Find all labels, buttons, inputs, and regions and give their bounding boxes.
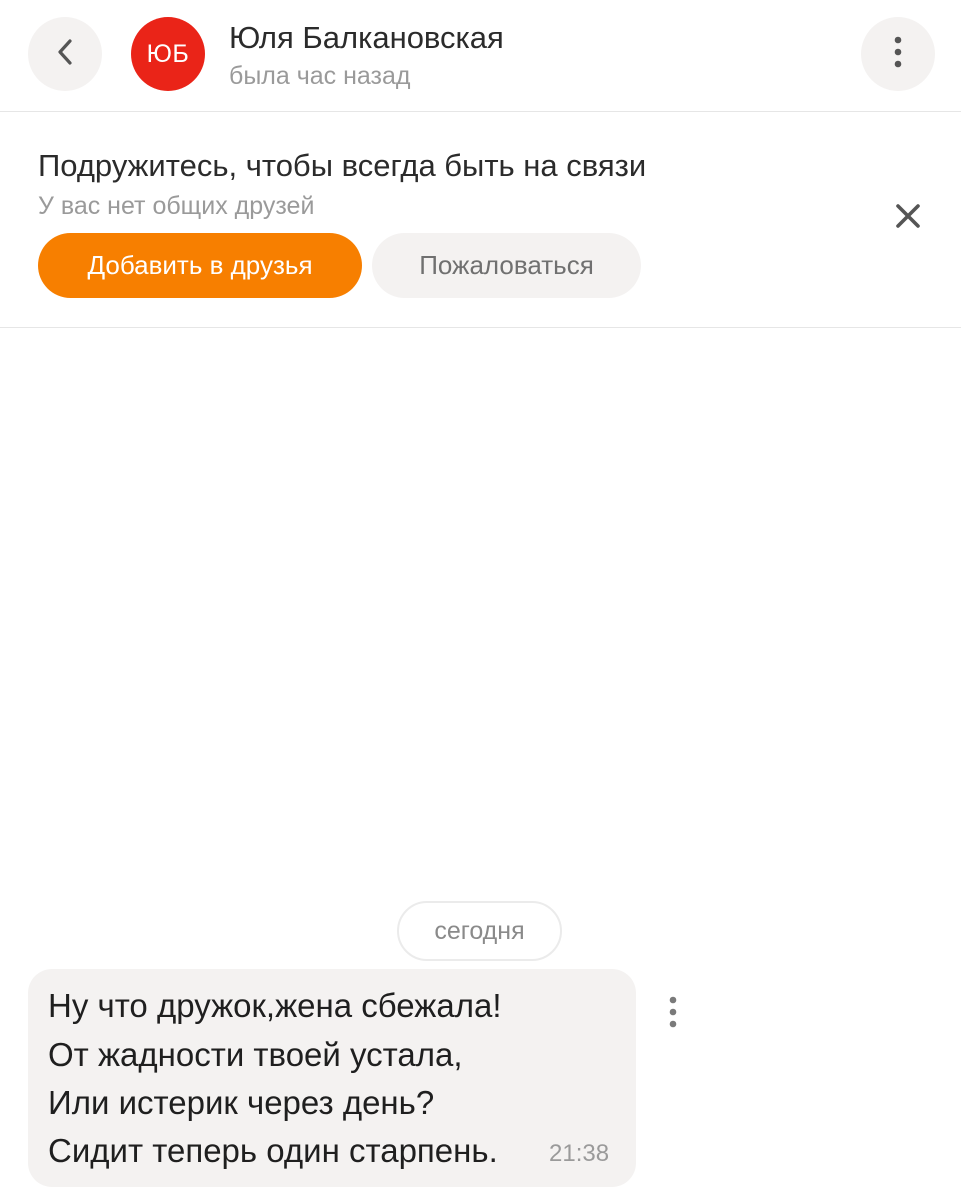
message-text-line: Ну что дружок,жена сбежала! <box>48 987 502 1024</box>
message-bubble[interactable]: Ну что дружок,жена сбежала! От жадности … <box>28 969 636 1187</box>
chevron-left-icon <box>54 36 76 73</box>
close-icon <box>895 203 921 234</box>
chat-screen: ЮБ Юля Балкановская была час назад Подру… <box>0 0 961 1200</box>
message-time: 21:38 <box>549 1140 610 1167</box>
contact-name[interactable]: Юля Балкановская <box>229 20 504 56</box>
more-options-button[interactable] <box>861 17 935 91</box>
message-text-line: Или истерик через день? <box>48 1084 435 1121</box>
close-suggestion-button[interactable] <box>886 196 930 240</box>
contact-status: была час назад <box>229 62 411 90</box>
suggestion-title: Подружитесь, чтобы всегда быть на связи <box>38 148 647 183</box>
message-text-line: От жадности твоей устала, <box>48 1036 463 1073</box>
more-vertical-icon <box>668 995 678 1034</box>
avatar-initials: ЮБ <box>146 39 190 68</box>
add-friend-button[interactable]: Добавить в друзья <box>38 233 362 298</box>
back-button[interactable] <box>28 17 102 91</box>
report-button[interactable]: Пожаловаться <box>372 233 641 298</box>
message-text-line: Сидит теперь один старпень. <box>48 1132 498 1169</box>
more-vertical-icon <box>893 35 903 74</box>
chat-header: ЮБ Юля Балкановская была час назад <box>0 0 961 112</box>
avatar[interactable]: ЮБ <box>131 17 205 91</box>
friend-suggestion-panel: Подружитесь, чтобы всегда быть на связи … <box>0 112 961 328</box>
message-options-button[interactable] <box>656 990 690 1038</box>
suggestion-subtitle: У вас нет общих друзей <box>38 192 315 220</box>
date-separator: сегодня <box>397 901 562 961</box>
